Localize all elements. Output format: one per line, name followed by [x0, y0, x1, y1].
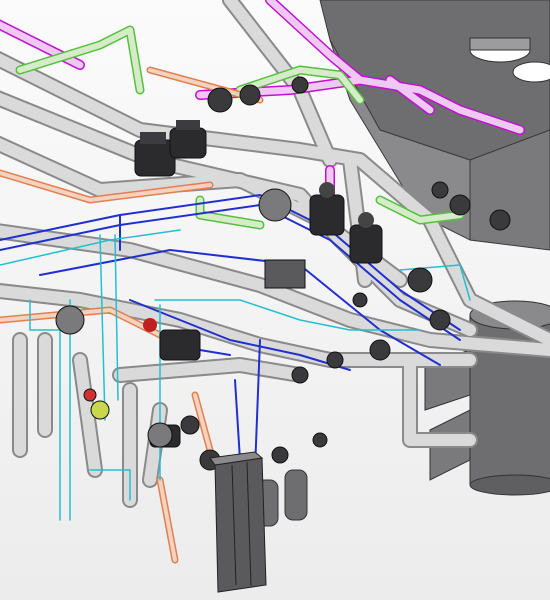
tank-bottom — [469, 474, 550, 496]
valve-3 — [429, 309, 451, 331]
strainer-2 — [147, 422, 173, 448]
valve-6 — [449, 194, 471, 216]
valve-8 — [489, 209, 511, 231]
valve-1 — [407, 267, 433, 293]
ahu-fan-rim — [469, 37, 531, 51]
pump-2-body — [169, 127, 207, 159]
model-viewport[interactable] — [0, 0, 550, 600]
valve-9 — [207, 87, 233, 113]
pump-1-body — [134, 139, 176, 177]
control-box — [264, 259, 306, 289]
ahu-fan-2 — [512, 61, 550, 83]
phe-body — [214, 457, 267, 593]
strainer-1 — [55, 305, 85, 335]
expansion-drum — [258, 188, 292, 222]
pump-5-marker — [143, 318, 157, 332]
plate-heat-exchanger[interactable] — [209, 451, 267, 593]
valve-16 — [312, 432, 328, 448]
pump-5-body — [159, 329, 201, 361]
pump-4-body — [349, 224, 383, 264]
valve-10 — [239, 84, 261, 106]
gauge-1 — [90, 400, 110, 420]
pump-4-head — [358, 212, 374, 228]
valve-11 — [291, 76, 309, 94]
gauge-2 — [83, 388, 97, 402]
valve-7 — [431, 181, 449, 199]
pump-3-body — [309, 194, 345, 236]
valve-4 — [291, 366, 309, 384]
pump-1-motor — [140, 132, 166, 144]
valve-12 — [180, 415, 200, 435]
pump-3-head — [319, 182, 335, 198]
piping-3d-scene[interactable] — [0, 0, 550, 600]
expansion-vessel-1 — [284, 469, 308, 521]
pump-2-motor — [176, 120, 200, 130]
valve-5 — [326, 351, 344, 369]
valve-14 — [352, 292, 368, 308]
valve-15 — [271, 446, 289, 464]
valve-2 — [369, 339, 391, 361]
